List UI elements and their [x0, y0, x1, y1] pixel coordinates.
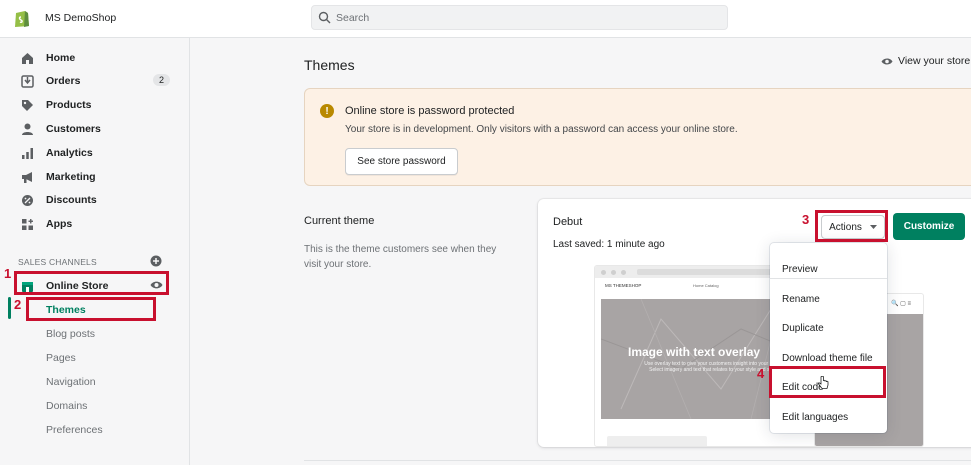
- annotation-box-themes: [26, 297, 156, 321]
- sidebar-subitem-navigation[interactable]: Navigation: [46, 376, 96, 388]
- search-input[interactable]: [336, 9, 716, 26]
- orders-count-badge: 2: [152, 74, 170, 86]
- warning-icon: !: [320, 104, 334, 118]
- sidebar-item-analytics[interactable]: Analytics: [8, 142, 180, 164]
- current-theme-description: This is the theme customers see when the…: [304, 244, 497, 270]
- browser-dot-icon: [621, 270, 626, 275]
- sidebar-item-label: Home: [46, 52, 76, 64]
- main-content: Themes View your store ! Online store is…: [191, 38, 971, 465]
- sidebar: Home Orders 2 Products Customers Analyti…: [0, 38, 190, 465]
- discount-icon: [19, 192, 35, 208]
- preview-footer-block: [607, 436, 707, 446]
- add-channel-icon[interactable]: [150, 255, 162, 267]
- sidebar-item-marketing[interactable]: Marketing: [8, 166, 180, 188]
- theme-last-saved: Last saved: 1 minute ago: [553, 239, 665, 250]
- megaphone-icon: [19, 169, 35, 185]
- annotation-number-3: 3: [802, 212, 810, 227]
- annotation-box-actions: [815, 210, 888, 242]
- sidebar-item-label: Products: [46, 99, 92, 111]
- banner-text: Your store is in development. Only visit…: [345, 124, 738, 135]
- view-store-link[interactable]: View your store: [881, 55, 970, 67]
- sidebar-subitem-pages[interactable]: Pages: [46, 352, 76, 364]
- store-name[interactable]: MS DemoShop: [45, 12, 116, 24]
- current-theme-heading: Current theme: [304, 215, 375, 227]
- sidebar-subitem-preferences[interactable]: Preferences: [46, 424, 103, 436]
- shopify-logo-icon[interactable]: [13, 8, 31, 28]
- bottom-divider: [304, 460, 971, 461]
- sales-channels-heading: SALES CHANNELS: [18, 257, 97, 267]
- annotation-number-2: 2: [14, 297, 22, 312]
- preview-nav-links: Home Catalog: [693, 283, 719, 288]
- see-store-password-button[interactable]: See store password: [345, 148, 458, 175]
- menu-item-edit-languages[interactable]: Edit languages: [770, 404, 887, 430]
- sidebar-item-label: Orders: [46, 75, 81, 87]
- sidebar-item-label: Marketing: [46, 171, 96, 183]
- mobile-nav-icons: 🔍 ▢ ≡: [891, 301, 911, 307]
- banner-title: Online store is password protected: [345, 105, 515, 117]
- sidebar-item-label: Analytics: [46, 147, 93, 159]
- preview-hero-title: Image with text overlay: [628, 345, 761, 359]
- view-store-label: View your store: [898, 55, 971, 67]
- sidebar-subitem-domains[interactable]: Domains: [46, 400, 87, 412]
- active-indicator: [8, 297, 11, 319]
- sidebar-item-home[interactable]: Home: [8, 47, 180, 69]
- eye-icon: [881, 58, 893, 64]
- sidebar-item-orders[interactable]: Orders 2: [8, 70, 180, 92]
- menu-divider: [770, 278, 887, 279]
- customize-button[interactable]: Customize: [893, 213, 965, 240]
- search-icon: [318, 11, 331, 24]
- sidebar-item-customers[interactable]: Customers: [8, 118, 180, 140]
- preview-shop-name: MS THEMESHOP: [605, 283, 642, 288]
- sidebar-item-label: Discounts: [46, 194, 97, 206]
- tag-icon: [19, 97, 35, 113]
- apps-icon: [19, 216, 35, 232]
- menu-item-rename[interactable]: Rename: [770, 286, 887, 312]
- theme-card: Debut Last saved: 1 minute ago Actions C…: [538, 199, 971, 447]
- actions-dropdown-menu: Preview Rename Duplicate Download theme …: [770, 243, 887, 433]
- bar-chart-icon: [19, 145, 35, 161]
- password-banner: ! Online store is password protected You…: [304, 88, 971, 186]
- sidebar-item-label: Apps: [46, 218, 73, 230]
- home-icon: [19, 50, 35, 66]
- annotation-number-4: 4: [757, 366, 765, 381]
- theme-name: Debut: [553, 216, 583, 228]
- preview-hero-subtitle: Use overlay text to give your customers …: [644, 361, 784, 373]
- sidebar-item-discounts[interactable]: Discounts: [8, 189, 180, 211]
- orders-icon: [19, 73, 35, 89]
- browser-dot-icon: [601, 270, 606, 275]
- sidebar-item-products[interactable]: Products: [8, 94, 180, 116]
- sidebar-item-apps[interactable]: Apps: [8, 213, 180, 235]
- browser-dot-icon: [611, 270, 616, 275]
- person-icon: [19, 121, 35, 137]
- top-bar: MS DemoShop: [0, 0, 971, 38]
- menu-item-duplicate[interactable]: Duplicate: [770, 315, 887, 341]
- annotation-box-online-store: [14, 271, 169, 295]
- sidebar-item-label: Customers: [46, 123, 101, 135]
- search-bar[interactable]: [311, 5, 728, 30]
- annotation-number-1: 1: [4, 266, 12, 281]
- page-title: Themes: [304, 57, 355, 73]
- annotation-box-edit-code: [769, 366, 886, 398]
- sidebar-subitem-blog-posts[interactable]: Blog posts: [46, 328, 95, 340]
